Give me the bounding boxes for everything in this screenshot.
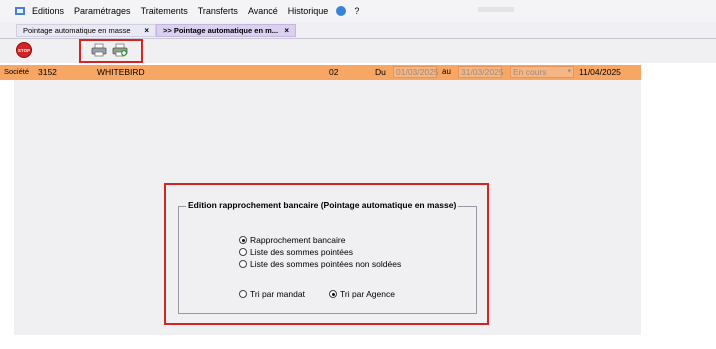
menu-parametrages[interactable]: Paramétrages xyxy=(74,6,131,16)
radio-label: Tri par Agence xyxy=(340,289,395,299)
company-date: 11/04/2025 xyxy=(579,67,621,77)
menu-help[interactable]: ? xyxy=(354,6,359,16)
menu-editions[interactable]: Editions xyxy=(32,6,64,16)
radio-rapprochement-bancaire[interactable]: Rapprochement bancaire xyxy=(239,235,345,245)
groupbox-title: Edition rapprochement bancaire (Pointage… xyxy=(186,200,459,210)
close-icon[interactable]: × xyxy=(284,26,289,35)
menu-bar: Editions Paramétrages Traitements Transf… xyxy=(0,0,716,22)
status-select[interactable]: En cours ▾ xyxy=(510,66,574,78)
close-icon[interactable]: × xyxy=(144,26,149,35)
date-to-label: au xyxy=(442,67,451,76)
company-code: 02 xyxy=(329,67,339,77)
menu-traitements[interactable]: Traitements xyxy=(141,6,188,16)
radio-button[interactable] xyxy=(239,260,247,268)
company-name: WHITEBIRD xyxy=(97,67,145,77)
radio-label: Liste des sommes pointées non soldées xyxy=(250,259,402,269)
radio-tri-par-mandat[interactable]: Tri par mandat xyxy=(239,289,305,299)
tab-pointage-automatique-active[interactable]: >> Pointage automatique en m... × xyxy=(156,24,296,37)
menu-transferts[interactable]: Transferts xyxy=(198,6,238,16)
date-to-field[interactable]: 31/03/2025 xyxy=(458,66,504,78)
date-from-label: Du xyxy=(375,67,386,77)
help-icon[interactable] xyxy=(336,6,347,16)
tab-pointage-automatique[interactable]: Pointage automatique en masse × xyxy=(16,24,156,37)
radio-button[interactable] xyxy=(239,236,247,244)
company-bar: Société 3152 WHITEBIRD 02 Du 01/03/2025 … xyxy=(0,65,641,80)
radio-label: Liste des sommes pointées xyxy=(250,247,353,257)
stop-icon: STOP xyxy=(17,47,31,53)
printer-icon[interactable] xyxy=(91,43,107,57)
chevron-down-icon: ▾ xyxy=(567,68,571,75)
tab-label: >> Pointage automatique en m... xyxy=(163,26,279,35)
tab-label: Pointage automatique en masse xyxy=(23,26,131,35)
radio-liste-sommes-pointees[interactable]: Liste des sommes pointées xyxy=(239,247,353,257)
toolbar-highlight-frame xyxy=(79,39,143,63)
status-value: En cours xyxy=(513,67,547,77)
app-icon xyxy=(14,5,26,17)
date-from-field[interactable]: 01/03/2025 xyxy=(393,66,439,78)
printer-add-icon[interactable] xyxy=(112,43,128,57)
menu-avance[interactable]: Avancé xyxy=(248,6,278,16)
radio-label: Tri par mandat xyxy=(250,289,305,299)
menu-historique[interactable]: Historique xyxy=(288,6,329,16)
tab-strip: Pointage automatique en masse × >> Point… xyxy=(0,22,716,39)
radio-liste-sommes-non-soldees[interactable]: Liste des sommes pointées non soldées xyxy=(239,259,401,269)
radio-label: Rapprochement bancaire xyxy=(250,235,346,245)
menu-bar-handle xyxy=(478,7,514,12)
company-number: 3152 xyxy=(38,67,57,77)
radio-button[interactable] xyxy=(239,290,247,298)
radio-button[interactable] xyxy=(239,248,247,256)
toolbar: STOP xyxy=(0,39,716,63)
radio-button[interactable] xyxy=(329,290,337,298)
radio-tri-par-agence[interactable]: Tri par Agence xyxy=(329,289,395,299)
company-label: Société xyxy=(4,67,30,76)
stop-button[interactable]: STOP xyxy=(16,42,32,58)
